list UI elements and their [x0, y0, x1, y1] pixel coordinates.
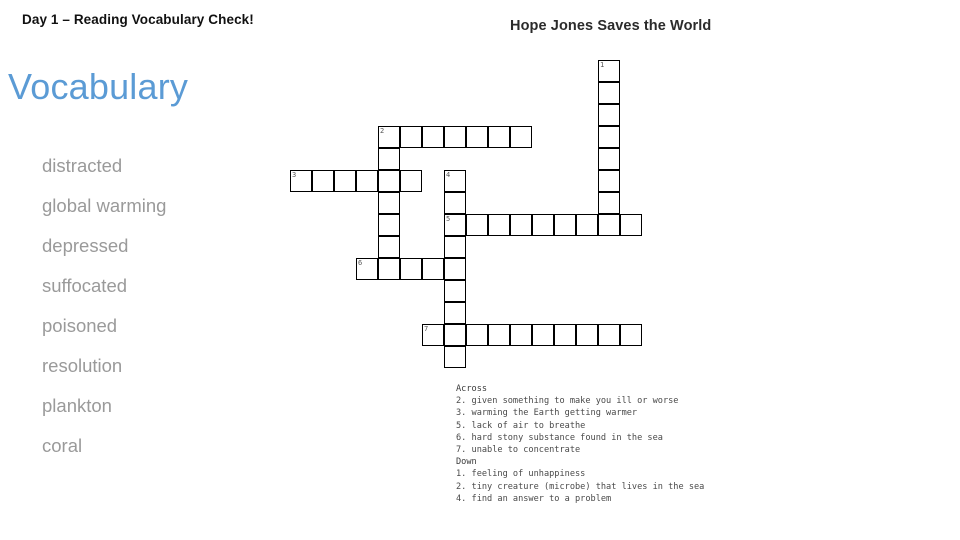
crossword-title: Hope Jones Saves the World: [510, 18, 712, 34]
crossword-cell[interactable]: [598, 60, 620, 82]
crossword-cell[interactable]: [444, 302, 466, 324]
crossword-cell[interactable]: [466, 126, 488, 148]
crossword-cell[interactable]: [422, 258, 444, 280]
list-item: global warming: [42, 195, 167, 216]
crossword-cell[interactable]: [554, 324, 576, 346]
clue-down-item: 2. tiny creature (microbe) that lives in…: [456, 481, 705, 492]
crossword-cell[interactable]: [510, 214, 532, 236]
crossword-cell[interactable]: [620, 324, 642, 346]
crossword-cell[interactable]: [532, 324, 554, 346]
crossword-cell[interactable]: [444, 258, 466, 280]
slide-header-title: Day 1 – Reading Vocabulary Check!: [22, 12, 254, 27]
crossword-cell[interactable]: [312, 170, 334, 192]
crossword-cell[interactable]: [444, 236, 466, 258]
crossword-cell[interactable]: [488, 214, 510, 236]
crossword-cell[interactable]: [466, 214, 488, 236]
list-item: resolution: [42, 355, 123, 376]
vocabulary-word-list: distracted global warming depressed suff…: [42, 146, 302, 466]
vocabulary-heading: Vocabulary: [8, 66, 189, 107]
crossword-cell[interactable]: [444, 214, 466, 236]
crossword-cell[interactable]: [378, 148, 400, 170]
crossword-cell[interactable]: [598, 192, 620, 214]
crossword-cell[interactable]: [356, 258, 378, 280]
list-item: plankton: [42, 395, 112, 416]
clues-across-heading: Across: [456, 384, 488, 394]
crossword-cell[interactable]: [466, 324, 488, 346]
clue-across-item: 3. warming the Earth getting warmer: [456, 408, 638, 419]
crossword-cell[interactable]: [444, 280, 466, 302]
crossword-cell[interactable]: [378, 258, 400, 280]
crossword-cell[interactable]: [576, 214, 598, 236]
list-item: coral: [42, 435, 83, 456]
crossword-cell[interactable]: [532, 214, 554, 236]
crossword-cell[interactable]: [598, 214, 620, 236]
crossword-cell[interactable]: [598, 104, 620, 126]
crossword-cell[interactable]: [488, 324, 510, 346]
crossword-cell[interactable]: [444, 324, 466, 346]
crossword-cell[interactable]: [356, 170, 378, 192]
crossword-cell[interactable]: [444, 192, 466, 214]
crossword-cell[interactable]: [378, 236, 400, 258]
crossword-cell[interactable]: [400, 126, 422, 148]
crossword-cell[interactable]: [444, 346, 466, 368]
crossword-cell[interactable]: [510, 324, 532, 346]
crossword-cell[interactable]: [334, 170, 356, 192]
crossword-cell[interactable]: [378, 126, 400, 148]
crossword-cell[interactable]: [378, 170, 400, 192]
crossword-cell[interactable]: [400, 258, 422, 280]
list-item: suffocated: [42, 275, 128, 296]
clue-down-item: 1. feeling of unhappiness: [456, 469, 586, 480]
crossword-cell[interactable]: [378, 192, 400, 214]
clue-down-item: 4. find an answer to a problem: [456, 493, 612, 504]
crossword-cell[interactable]: [422, 126, 444, 148]
crossword-cell[interactable]: [598, 148, 620, 170]
crossword-cell[interactable]: [444, 170, 466, 192]
crossword-cell[interactable]: [620, 214, 642, 236]
clue-across-item: 6. hard stony substance found in the sea: [456, 432, 663, 443]
crossword-cell[interactable]: [290, 170, 312, 192]
crossword-cell[interactable]: [598, 324, 620, 346]
crossword-cell[interactable]: [510, 126, 532, 148]
list-item: distracted: [42, 155, 123, 176]
clue-across-item: 7. unable to concentrate: [456, 445, 581, 456]
crossword-cell[interactable]: [554, 214, 576, 236]
crossword-cell[interactable]: [598, 126, 620, 148]
crossword-cell[interactable]: [598, 82, 620, 104]
crossword-clues: Across 2. given something to make you ill…: [456, 383, 816, 505]
crossword-cell[interactable]: [576, 324, 598, 346]
crossword-grid: 1234567: [290, 60, 670, 380]
crossword-cell[interactable]: [488, 126, 510, 148]
list-item: poisoned: [42, 315, 118, 336]
clue-across-item: 2. given something to make you ill or wo…: [456, 396, 679, 407]
clue-across-item: 5. lack of air to breathe: [456, 420, 586, 431]
crossword-cell[interactable]: [598, 170, 620, 192]
crossword-cell[interactable]: [444, 126, 466, 148]
crossword-cell[interactable]: [422, 324, 444, 346]
list-item: depressed: [42, 235, 129, 256]
clues-down-heading: Down: [456, 457, 477, 468]
crossword-cell[interactable]: [400, 170, 422, 192]
crossword-cell[interactable]: [378, 214, 400, 236]
